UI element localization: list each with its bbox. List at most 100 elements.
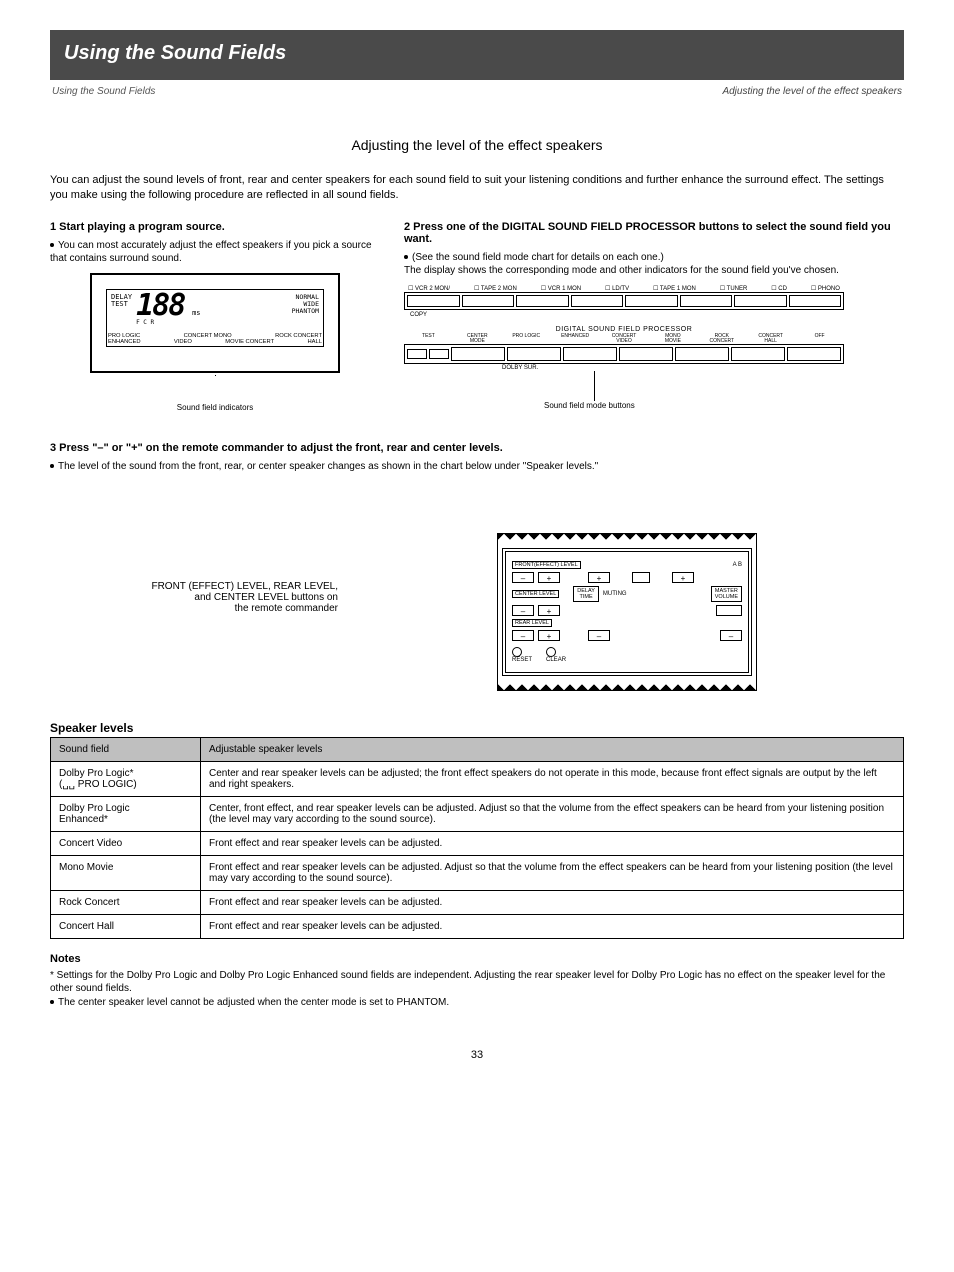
input-button[interactable] (680, 295, 733, 307)
title-bar: Using the Sound Fields (50, 30, 904, 80)
dsp-prologic: PRO LOGIC (502, 334, 551, 344)
test-button[interactable] (407, 349, 427, 359)
in-phono: PHONO (818, 286, 840, 292)
table-row: Mono Movie Front effect and rear speaker… (51, 855, 904, 890)
note-2-text: The center speaker level cannot be adjus… (58, 997, 449, 1008)
step-3-heading: 3 Press "–" or "+" on the remote command… (50, 442, 904, 454)
input-button[interactable] (462, 295, 515, 307)
masterv-minus-button[interactable]: – (720, 630, 742, 641)
input-button[interactable] (625, 295, 678, 307)
table-row: Dolby Pro Logic* (␣␣ PRO LOGIC) Center a… (51, 761, 904, 796)
front-minus-button[interactable]: – (512, 572, 534, 583)
cell-field: Concert Video (51, 831, 201, 855)
header-left: Using the Sound Fields (52, 86, 155, 97)
front-panel-diagram: ☐ VCR 2 MON/ ☐ TAPE 2 MON ☐ VCR 1 MON ☐ … (404, 285, 844, 410)
th-levels: Adjustable speaker levels (201, 737, 904, 761)
delay-minus-button[interactable]: – (588, 630, 610, 641)
clear-button[interactable] (546, 647, 556, 657)
cell-desc: Front effect and rear speaker levels can… (201, 914, 904, 938)
page-number: 33 (50, 1049, 904, 1061)
cell-desc: Front effect and rear speaker levels can… (201, 831, 904, 855)
in-vcr1: VCR 1 MON (548, 286, 581, 292)
copy-label: COPY (410, 312, 844, 318)
callout-line-icon (594, 371, 595, 401)
step-2-heading: 2 Press one of the DIGITAL SOUND FIELD P… (404, 221, 904, 245)
cell-desc: Center, front effect, and rear speaker l… (201, 796, 904, 831)
dsp-test: TEST (404, 334, 453, 344)
input-button[interactable] (407, 295, 460, 307)
ab-switch[interactable] (632, 572, 650, 583)
note-1-text: Settings for the Dolby Pro Logic and Dol… (50, 970, 885, 995)
dsp-button[interactable] (563, 347, 617, 361)
dsp-button[interactable] (675, 347, 729, 361)
reset-button[interactable] (512, 647, 522, 657)
dsp-button[interactable] (787, 347, 841, 361)
lcd-display: DELAY TEST 188 ms F C R NORMAL WIDE PHAN… (90, 273, 340, 373)
front-plus-button[interactable]: + (538, 572, 560, 583)
running-header: Using the Sound Fields Adjusting the lev… (50, 86, 904, 97)
muting-label: MUTING (603, 591, 627, 597)
step-2-text: (See the sound field mode chart for deta… (404, 252, 839, 276)
lcd-value: 188 (136, 288, 184, 323)
center-level-label: CENTER LEVEL (512, 590, 559, 598)
masterv-plus-button[interactable]: + (672, 572, 694, 583)
speaker-levels-table: Sound field Adjustable speaker levels Do… (50, 737, 904, 939)
delay-plus-button[interactable]: + (588, 572, 610, 583)
in-ldtv: LD/TV (612, 286, 629, 292)
input-buttons-row (404, 292, 844, 310)
bullet-icon (50, 243, 54, 247)
input-button[interactable] (789, 295, 842, 307)
cell-field: Dolby Pro Logic Enhanced* (51, 796, 201, 831)
dsp-button[interactable] (507, 347, 561, 361)
callout-line-icon (215, 375, 216, 401)
dsp-enhanced: ENHANCED (551, 334, 600, 344)
step-1-body: You can most accurately adjust the effec… (50, 239, 380, 265)
panel-caption: Sound field mode buttons (544, 401, 844, 410)
in-vcr2: VCR 2 MON/ (415, 286, 450, 292)
cell-field: Concert Hall (51, 914, 201, 938)
rear-minus-button[interactable]: – (512, 630, 534, 641)
dsp-mono-movie: MONO MOVIE (648, 334, 697, 344)
input-button[interactable] (571, 295, 624, 307)
muting-button[interactable] (716, 605, 742, 616)
bullet-icon (50, 464, 54, 468)
dsp-button[interactable] (451, 347, 505, 361)
note-1: * Settings for the Dolby Pro Logic and D… (50, 969, 904, 996)
cell-desc: Center and rear speaker levels can be ad… (201, 761, 904, 796)
center-minus-button[interactable]: – (512, 605, 534, 616)
center-plus-button[interactable]: + (538, 605, 560, 616)
table-title: Speaker levels (50, 721, 904, 735)
cell-desc: Front effect and rear speaker levels can… (201, 855, 904, 890)
dsp-button[interactable] (619, 347, 673, 361)
clear-label: CLEAR (546, 657, 566, 663)
rear-plus-button[interactable]: + (538, 630, 560, 641)
dsp-button[interactable] (731, 347, 785, 361)
lcd-phantom: PHANTOM (292, 308, 319, 315)
cell-field: Mono Movie (51, 855, 201, 890)
intro-paragraph: You can adjust the sound levels of front… (50, 173, 904, 203)
center-mode-button[interactable] (429, 349, 449, 359)
lcd-caption: Sound field indicators (50, 403, 380, 412)
table-row: Rock Concert Front effect and rear speak… (51, 890, 904, 914)
lcd-row2b: VIDEO (174, 339, 192, 345)
dsp-label: DIGITAL SOUND FIELD PROCESSOR (404, 326, 844, 333)
front-effect-label: FRONT(EFFECT) LEVEL (512, 561, 581, 569)
input-button[interactable] (516, 295, 569, 307)
table-row: Concert Video Front effect and rear spea… (51, 831, 904, 855)
input-button[interactable] (734, 295, 787, 307)
dsp-concert-video: CONCERT VIDEO (600, 334, 649, 344)
remote-diagram: FRONT(EFFECT) LEVEL A B – + + + CENTER L… (497, 533, 757, 691)
remote-callout-text: FRONT (EFFECT) LEVEL, REAR LEVEL, and CE… (151, 581, 338, 614)
bullet-icon (404, 255, 408, 259)
cell-field: Dolby Pro Logic* (␣␣ PRO LOGIC) (51, 761, 201, 796)
lcd-ms: ms (192, 309, 200, 317)
delay-time-label: DELAY TIME (573, 586, 599, 602)
th-sound-field: Sound field (51, 737, 201, 761)
cell-field: Rock Concert (51, 890, 201, 914)
lcd-row2a: ENHANCED (108, 339, 141, 345)
master-volume-label: MASTER VOLUME (711, 586, 742, 602)
lcd-row2d: HALL (307, 339, 322, 345)
dsp-rock-concert: ROCK CONCERT (697, 334, 746, 344)
dsp-concert-hall: CONCERT HALL (746, 334, 795, 344)
dsp-center-mode: CENTER MODE (453, 334, 502, 344)
